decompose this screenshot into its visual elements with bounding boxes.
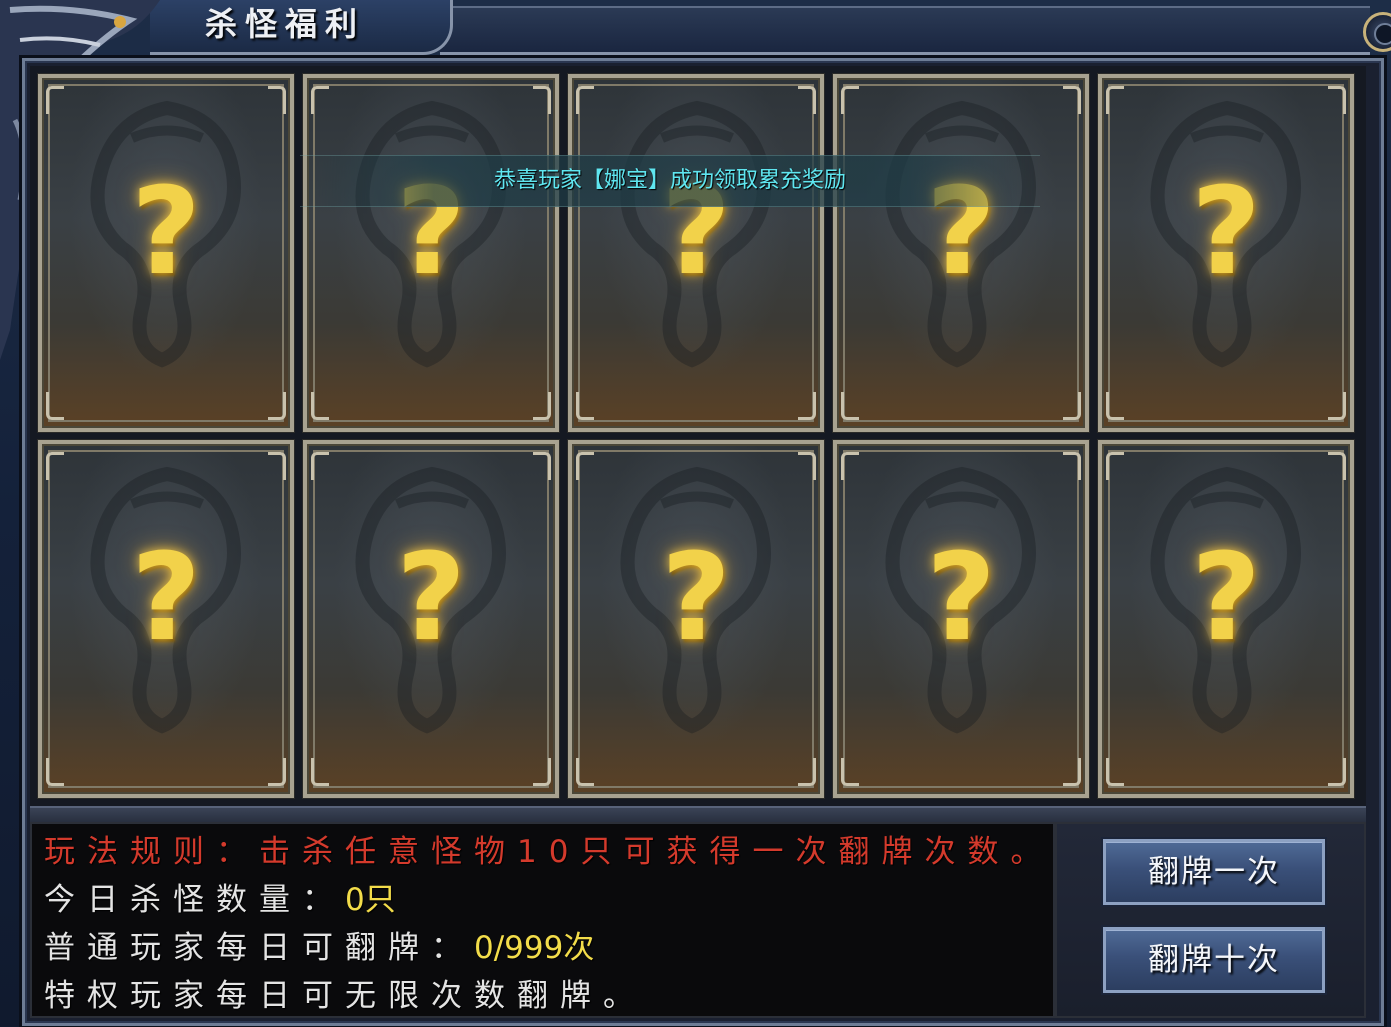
card-8[interactable]: ?: [568, 440, 824, 798]
corner-ornament: [268, 758, 286, 786]
info-panel: 玩法规则：击杀任意怪物10只可获得一次翻牌次数。 今日杀怪数量：0只 普通玩家每…: [30, 822, 1055, 1018]
card-6[interactable]: ?: [38, 440, 294, 798]
corner-ornament: [576, 86, 594, 114]
normal-flip-label: 普通玩家每日可翻牌：: [44, 930, 474, 966]
corner-ornament: [1328, 758, 1346, 786]
corner-ornament: [1106, 758, 1124, 786]
corner-ornament: [1106, 86, 1124, 114]
corner-ornament: [46, 86, 64, 114]
normal-flip-value: 0/999次: [474, 930, 595, 966]
question-mark-icon: ?: [661, 529, 731, 668]
card-3[interactable]: ?: [568, 74, 824, 432]
corner-ornament: [1328, 452, 1346, 480]
card-7[interactable]: ?: [303, 440, 559, 798]
corner-ornament: [1063, 86, 1081, 114]
corner-ornament: [1106, 452, 1124, 480]
card-2[interactable]: ?: [303, 74, 559, 432]
corner-ornament: [268, 86, 286, 114]
corner-ornament: [533, 392, 551, 420]
corner-ornament: [841, 86, 859, 114]
window-title-bar: [440, 6, 1370, 55]
corner-ornament: [1063, 758, 1081, 786]
question-mark-icon: ?: [1191, 163, 1261, 302]
notice-banner: 恭喜玩家【娜宝】成功领取累充奖励: [300, 155, 1040, 207]
corner-ornament: [1328, 86, 1346, 114]
corner-ornament: [841, 758, 859, 786]
corner-ornament: [46, 392, 64, 420]
corner-ornament: [533, 86, 551, 114]
corner-ornament: [311, 452, 329, 480]
corner-ornament: [798, 392, 816, 420]
card-1[interactable]: ?: [38, 74, 294, 432]
corner-ornament: [311, 758, 329, 786]
corner-ornament: [1106, 392, 1124, 420]
card-4[interactable]: ?: [833, 74, 1089, 432]
corner-ornament: [1328, 392, 1346, 420]
card-10[interactable]: ?: [1098, 440, 1354, 798]
corner-ornament: [798, 86, 816, 114]
vip-flip-text: 特权玩家每日可无限次数翻牌。: [44, 978, 646, 1014]
corner-ornament: [268, 392, 286, 420]
corner-ornament: [46, 452, 64, 480]
card-5[interactable]: ?: [1098, 74, 1354, 432]
corner-ornament: [311, 86, 329, 114]
corner-ornament: [268, 452, 286, 480]
flip-ten-button[interactable]: 翻牌十次: [1103, 927, 1325, 993]
window-title: 杀怪福利: [205, 5, 366, 43]
normal-flip-line: 普通玩家每日可翻牌：0/999次: [44, 928, 594, 968]
corner-ornament: [798, 758, 816, 786]
flip-once-button[interactable]: 翻牌一次: [1103, 839, 1325, 905]
question-mark-icon: ?: [131, 163, 201, 302]
corner-ornament: [841, 452, 859, 480]
rule-text: 玩法规则：击杀任意怪物10只可获得一次翻牌次数。: [44, 834, 1054, 870]
corner-ornament: [576, 392, 594, 420]
corner-ornament: [1063, 452, 1081, 480]
corner-ornament: [576, 758, 594, 786]
corner-ornament: [1063, 392, 1081, 420]
question-mark-icon: ?: [396, 529, 466, 668]
question-mark-icon: ?: [926, 529, 996, 668]
card-9[interactable]: ?: [833, 440, 1089, 798]
corner-ornament: [533, 758, 551, 786]
notice-text: 恭喜玩家【娜宝】成功领取累充奖励: [493, 168, 846, 193]
corner-ornament: [576, 452, 594, 480]
corner-ornament: [311, 392, 329, 420]
kill-count-line: 今日杀怪数量：0只: [44, 880, 396, 920]
corner-ornament: [533, 452, 551, 480]
kill-count-value: 0只: [345, 882, 396, 918]
question-mark-icon: ?: [131, 529, 201, 668]
corner-ornament: [841, 392, 859, 420]
corner-ornament: [46, 758, 64, 786]
kill-count-label: 今日杀怪数量：: [44, 882, 345, 918]
question-mark-icon: ?: [1191, 529, 1261, 668]
corner-ornament: [798, 452, 816, 480]
